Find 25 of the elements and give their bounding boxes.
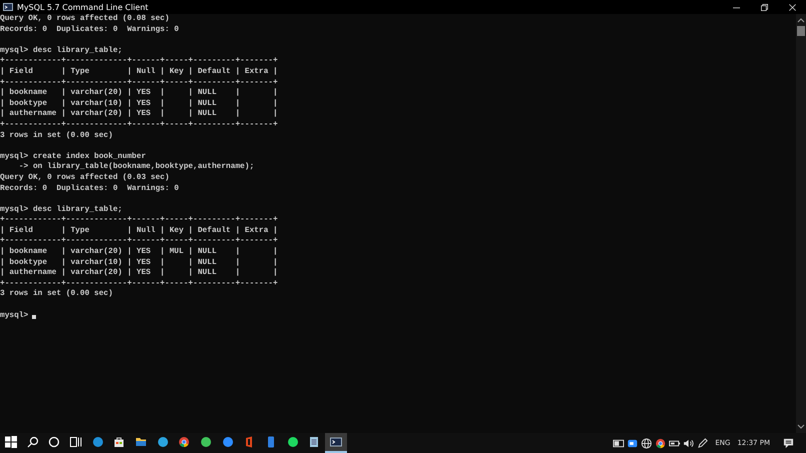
terminal-icon <box>3 3 13 11</box>
circle-icon <box>48 436 60 448</box>
chrome-icon <box>178 436 190 448</box>
text-cursor <box>32 314 36 319</box>
shopping-bag-icon <box>113 436 126 448</box>
news-icon[interactable] <box>613 438 624 448</box>
taskbar-button[interactable] <box>325 433 347 453</box>
restore-icon <box>760 4 768 10</box>
search-icon <box>26 436 39 448</box>
speaker-icon[interactable] <box>683 438 694 448</box>
notification-icon[interactable] <box>783 438 794 448</box>
windows-icon <box>4 436 17 448</box>
pen-icon[interactable] <box>697 438 708 448</box>
window-title: MySQL 5.7 Command Line Client <box>17 2 148 12</box>
terminal-icon <box>330 436 342 448</box>
close-icon <box>788 4 796 10</box>
scrollbar[interactable] <box>796 14 806 433</box>
scroll-up-icon[interactable] <box>797 17 805 23</box>
task-view-icon <box>70 436 82 448</box>
folder-icon <box>134 436 147 448</box>
globe-icon[interactable] <box>641 438 652 448</box>
scroll-down-icon[interactable] <box>797 424 805 430</box>
chrome-icon[interactable] <box>655 438 666 448</box>
scroll-thumb[interactable] <box>797 26 805 36</box>
notepad-icon <box>308 436 320 448</box>
